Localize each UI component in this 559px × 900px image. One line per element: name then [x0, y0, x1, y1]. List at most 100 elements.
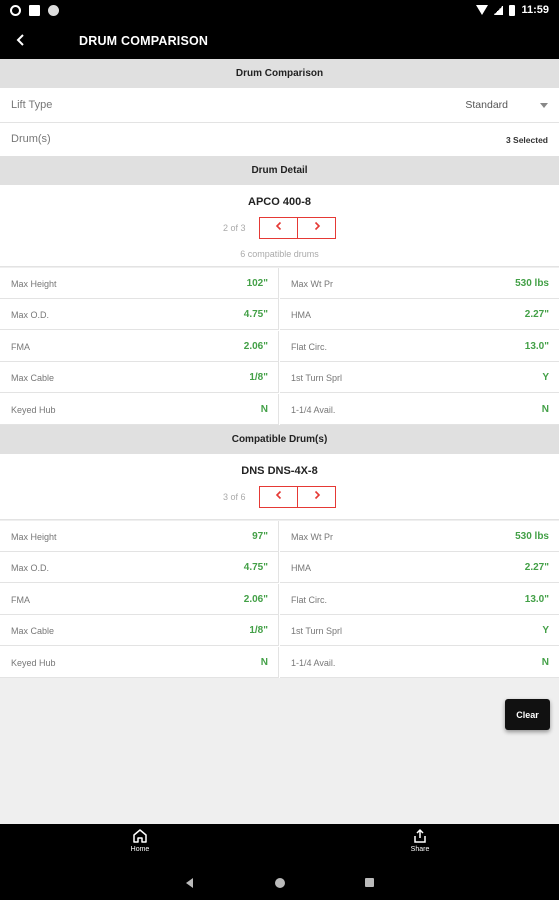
spec-value: 530 lbs	[515, 278, 549, 289]
spec-value: 4.75"	[243, 309, 268, 321]
spec-value: 2.06"	[243, 593, 268, 605]
detail-spec-grid: Max Height 102" Max Wt Pr 530 lbs Max O.D. 4.…	[0, 268, 559, 425]
spec-label: Keyed Hub	[11, 657, 56, 668]
battery-icon	[509, 4, 516, 16]
wifi-icon	[476, 5, 489, 15]
compatible-pager	[259, 486, 336, 508]
system-back-icon[interactable]	[186, 878, 193, 888]
spec-label: 1st Turn Sprl	[291, 373, 343, 384]
nav-share[interactable]: Share	[390, 828, 450, 853]
spec-cell: Flat Circ. 13.0"	[280, 584, 559, 615]
spec-value: 13.0"	[524, 593, 549, 605]
spec-cell: 1-1/4 Avail. N	[280, 394, 559, 425]
spec-label: Max Height	[11, 532, 57, 542]
chevron-right-icon	[314, 221, 320, 231]
detail-pager	[259, 217, 336, 239]
spec-value: 97"	[252, 531, 268, 542]
compatible-drum-name: DNS DNS-4X-8	[241, 465, 318, 477]
lift-type-row[interactable]: Lift Type Standard	[0, 88, 559, 123]
spec-cell: Max Height 97"	[0, 521, 279, 552]
spec-cell: Max Height 102"	[0, 268, 279, 299]
spec-value: N	[541, 403, 549, 415]
spec-label: HMA	[291, 563, 311, 574]
pager-text: 2 of 3	[223, 223, 246, 233]
clock: 11:59	[521, 4, 549, 16]
spec-value: N	[260, 656, 268, 668]
document-icon	[29, 5, 40, 16]
spec-label: FMA	[11, 341, 30, 352]
lift-type-select[interactable]: Standard	[465, 99, 508, 111]
spec-value: N	[260, 403, 268, 415]
nav-home-label: Home	[130, 846, 150, 853]
chevron-left-icon	[275, 490, 281, 500]
spec-cell: Flat Circ. 13.0"	[280, 331, 559, 362]
spec-value: 2.27"	[524, 562, 549, 574]
spec-cell: Max Wt Pr 530 lbs	[280, 521, 559, 552]
spec-value: 13.0"	[524, 340, 549, 352]
chevron-down-icon[interactable]	[540, 103, 548, 108]
spec-label: Max Cable	[11, 626, 55, 637]
section-header-comparison: Drum Comparison	[0, 59, 559, 88]
section-header-detail: Drum Detail	[0, 156, 559, 185]
section-header-compatible: Compatible Drum(s)	[0, 425, 559, 454]
spec-cell: 1st Turn Sprl Y	[280, 362, 559, 394]
spec-value: 1/8"	[249, 625, 268, 637]
compatible-spec-grid: Max Height 97" Max Wt Pr 530 lbs Max O.D. 4.7…	[0, 521, 559, 678]
spec-value: 4.75"	[243, 562, 268, 574]
drums-selected-value[interactable]: 3 Selected	[506, 135, 548, 145]
detail-card: APCO 400-8 2 of 3 6 compatible drums	[0, 185, 559, 267]
spec-cell: Max Cable 1/8"	[0, 615, 279, 647]
clear-button[interactable]: Clear	[505, 699, 550, 730]
drums-label: Drum(s)	[11, 133, 51, 145]
spec-label: 1st Turn Sprl	[291, 626, 343, 637]
spec-label: Flat Circ.	[291, 341, 327, 352]
spec-label: 1-1/4 Avail.	[291, 657, 336, 668]
spec-value: 2.27"	[524, 309, 549, 321]
spec-value: 1/8"	[249, 372, 268, 384]
compatible-card: DNS DNS-4X-8 3 of 6	[0, 454, 559, 520]
drums-row[interactable]: Drum(s) 3 Selected	[0, 123, 559, 156]
drum-name: APCO 400-8	[248, 196, 311, 208]
spec-cell: Max O.D. 4.75"	[0, 552, 279, 584]
spec-value: 102"	[246, 278, 268, 289]
notification-icon	[10, 5, 21, 16]
back-button[interactable]	[10, 29, 32, 53]
spec-cell: HMA 2.27"	[280, 299, 559, 331]
spec-label: Flat Circ.	[291, 594, 327, 605]
next-button[interactable]	[298, 218, 335, 238]
spec-cell: Keyed Hub N	[0, 393, 279, 425]
app-notification-icon	[48, 5, 59, 16]
spec-value: Y	[542, 372, 549, 384]
spec-cell: 1st Turn Sprl Y	[280, 615, 559, 647]
home-icon	[133, 829, 147, 843]
bottom-nav: Home Share	[0, 824, 559, 866]
spec-label: Max O.D.	[11, 563, 50, 574]
spec-label: Max Wt Pr	[291, 532, 333, 542]
compatible-next-button[interactable]	[298, 487, 335, 507]
prev-button[interactable]	[260, 218, 298, 238]
system-recents-icon[interactable]	[365, 878, 374, 887]
page-title: DRUM COMPARISON	[79, 34, 209, 48]
compatible-count: 6 compatible drums	[240, 249, 319, 259]
spec-cell: 1-1/4 Avail. N	[280, 647, 559, 678]
system-home-icon[interactable]	[275, 878, 285, 888]
spec-cell: HMA 2.27"	[280, 552, 559, 584]
nav-home[interactable]: Home	[110, 828, 170, 853]
spec-label: 1-1/4 Avail.	[291, 404, 336, 415]
signal-icon	[494, 5, 504, 15]
share-icon	[414, 828, 426, 843]
chevron-left-icon	[275, 221, 281, 231]
compatible-prev-button[interactable]	[260, 487, 298, 507]
spec-value: 530 lbs	[515, 531, 549, 542]
spec-cell: Max O.D. 4.75"	[0, 299, 279, 331]
spec-cell: Keyed Hub N	[0, 646, 279, 678]
spec-label: Max Height	[11, 279, 57, 289]
chevron-right-icon	[314, 490, 320, 500]
spec-cell: FMA 2.06"	[0, 330, 279, 362]
nav-share-label: Share	[410, 846, 430, 853]
spec-cell: Max Wt Pr 530 lbs	[280, 268, 559, 299]
spec-label: Max Wt Pr	[291, 279, 333, 289]
spec-label: HMA	[291, 310, 311, 321]
chevron-left-icon	[16, 34, 24, 46]
spec-label: Max Cable	[11, 373, 55, 384]
